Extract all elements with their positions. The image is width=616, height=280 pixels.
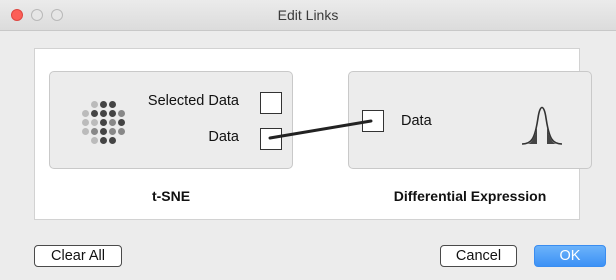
port-data-input[interactable] bbox=[362, 110, 384, 132]
link-editor-canvas: Selected Data Data Data t-SNE Differenti… bbox=[34, 48, 592, 220]
port-label-data-output: Data bbox=[208, 129, 239, 145]
port-selected-data-output[interactable] bbox=[260, 92, 282, 114]
clear-all-button[interactable]: Clear All bbox=[34, 245, 122, 267]
node-name-differential-expression: Differential Expression bbox=[393, 188, 547, 204]
port-label-selected-data: Selected Data bbox=[147, 93, 239, 109]
port-data-output[interactable] bbox=[260, 128, 282, 150]
bell-curve-icon bbox=[521, 106, 563, 145]
ok-button[interactable]: OK bbox=[534, 245, 606, 267]
cancel-button[interactable]: Cancel bbox=[440, 245, 517, 267]
node-differential-expression: Data bbox=[348, 71, 592, 169]
node-name-tsne: t-SNE bbox=[151, 188, 191, 204]
title-bar: Edit Links bbox=[0, 0, 616, 31]
node-tsne: Selected Data Data bbox=[49, 71, 293, 169]
window-title: Edit Links bbox=[277, 7, 339, 23]
port-label-data-input: Data bbox=[401, 113, 432, 129]
